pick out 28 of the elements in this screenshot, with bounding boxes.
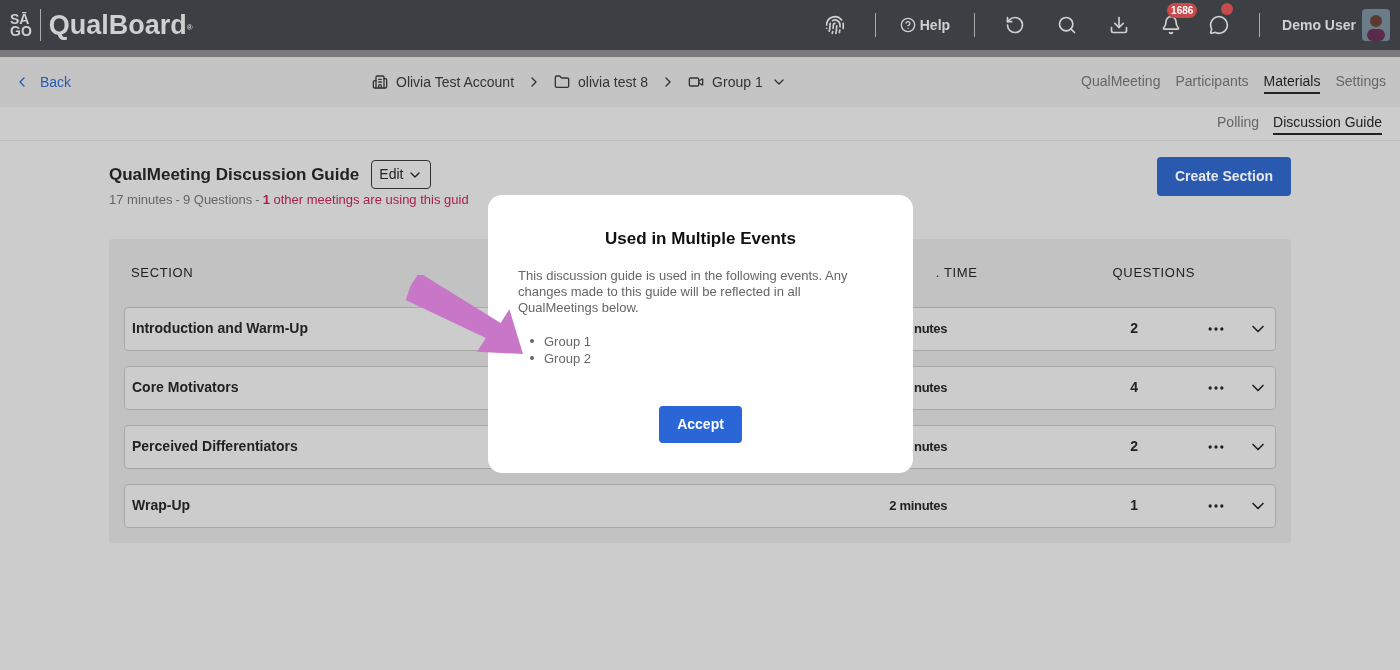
section-time: nutes <box>914 378 948 397</box>
section-name: Perceived Differentiators <box>132 437 298 456</box>
question-count: 2 <box>1130 437 1138 456</box>
section-name: Core Motivators <box>132 378 239 397</box>
column-header: . TIME <box>935 263 978 282</box>
shared-guide-warning: 1 other meetings are using this guid <box>262 191 469 209</box>
question-count: 2 <box>1130 319 1138 338</box>
section-time: 2 minutes <box>889 496 948 515</box>
section-name: Wrap-Up <box>132 496 191 515</box>
page-title: QualMeeting Discussion Guide <box>109 163 360 186</box>
event-name: Group 2 <box>544 349 591 367</box>
section-time: nutes <box>914 437 948 456</box>
question-count: 1 <box>1130 496 1138 515</box>
section-time: nutes <box>914 319 948 338</box>
column-header: SECTION <box>131 263 194 282</box>
separator: - <box>175 191 180 209</box>
separator: - <box>255 191 260 209</box>
logo-mark: SĀ GO <box>10 13 32 37</box>
notification-badge: 1686 <box>1167 3 1198 18</box>
column-header: QUESTIONS <box>1112 263 1195 282</box>
question-count: 9 Questions <box>182 191 253 209</box>
modal-title: Used in Multiple Events <box>604 228 797 250</box>
event-name: Group 1 <box>544 332 591 350</box>
modal-message: This discussion guide is used in the following events. Any changes made to this guide will be reflected in all QualMeetings below. <box>518 267 849 316</box>
duration-text: 17 minutes <box>109 191 173 209</box>
question-count: 4 <box>1130 378 1138 397</box>
section-name: Introduction and Warm-Up <box>132 319 309 338</box>
app-logo: QualBoard$^{®}$ <box>48 8 193 42</box>
